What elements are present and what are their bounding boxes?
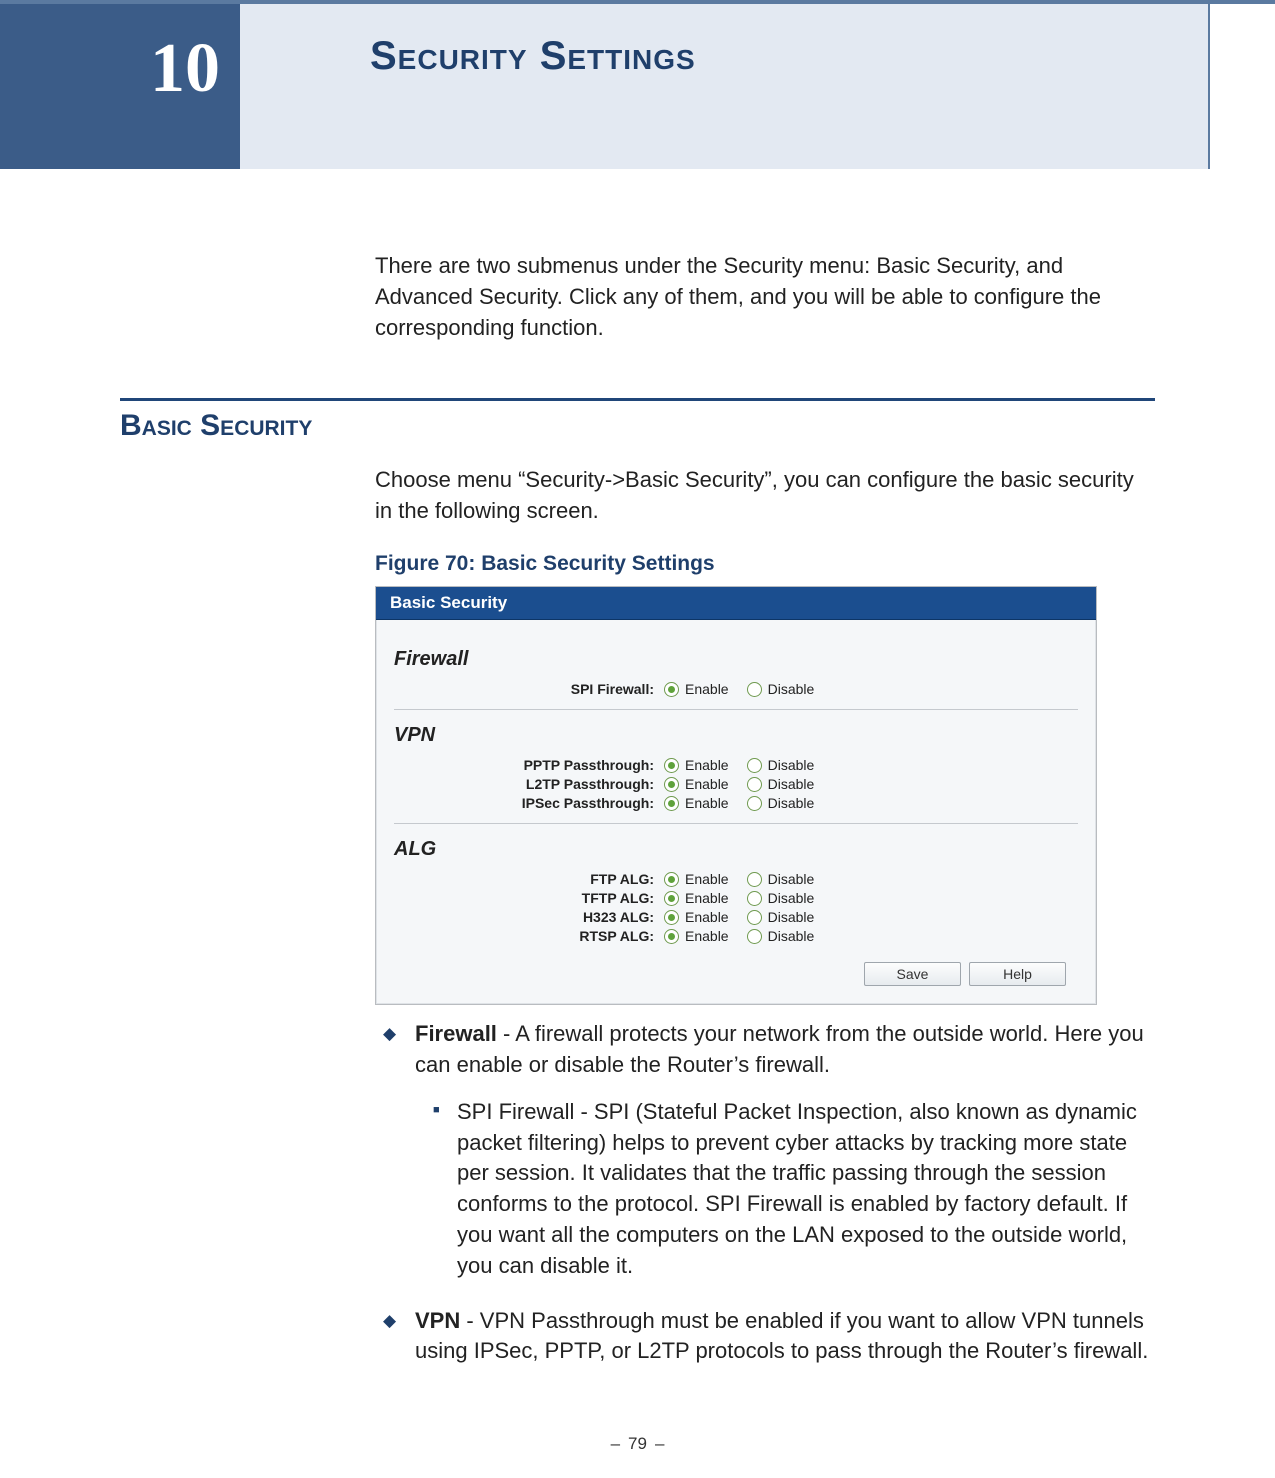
option-label: TFTP ALG: [394,890,664,906]
option-row: SPI Firewall: Enable Disable [394,681,1078,697]
radio-label: Enable [685,909,729,925]
bullet-firewall-desc: - A firewall protects your network from … [415,1021,1144,1077]
option-label: H323 ALG: [394,909,664,925]
radio-label: Enable [685,757,729,773]
radio-label: Disable [768,757,815,773]
radio-dot-icon [747,758,762,773]
section-rule [120,398,1155,401]
radio-dot-icon [747,910,762,925]
screenshot-group-vpn: VPN [394,724,1078,747]
radio-enable[interactable]: Enable [664,681,729,697]
screenshot-title-bar: Basic Security [376,587,1096,620]
section-lead: Choose menu “Security->Basic Security”, … [375,465,1155,527]
option-label: PPTP Passthrough: [394,757,664,773]
radio-disable[interactable]: Disable [747,776,815,792]
radio-dot-icon [664,758,679,773]
radio-label: Enable [685,795,729,811]
option-row: RTSP ALG: Enable Disable [394,928,1078,944]
bullet-firewall-term: Firewall [415,1021,497,1046]
radio-enable[interactable]: Enable [664,757,729,773]
group-divider [394,709,1078,710]
screenshot-group-alg: ALG [394,838,1078,861]
group-divider [394,823,1078,824]
radio-disable[interactable]: Disable [747,871,815,887]
bullet-vpn-term: VPN [415,1308,460,1333]
bullet-firewall: Firewall - A firewall protects your netw… [375,1019,1155,1281]
radio-label: Enable [685,928,729,944]
radio-dot-icon [664,777,679,792]
radio-disable[interactable]: Disable [747,890,815,906]
radio-label: Disable [768,681,815,697]
radio-label: Enable [685,681,729,697]
radio-label: Enable [685,776,729,792]
option-label: FTP ALG: [394,871,664,887]
screenshot-group-firewall: Firewall [394,648,1078,671]
radio-dot-icon [664,872,679,887]
radio-disable[interactable]: Disable [747,681,815,697]
chapter-header: 10 Security Settings [0,4,1275,169]
option-row: FTP ALG: Enable Disable [394,871,1078,887]
chapter-title: Security Settings [240,4,1210,169]
option-row: TFTP ALG: Enable Disable [394,890,1078,906]
bullet-vpn: VPN - VPN Passthrough must be enabled if… [375,1306,1155,1368]
radio-dot-icon [747,929,762,944]
radio-label: Enable [685,890,729,906]
option-row: IPSec Passthrough: Enable Disable [394,795,1078,811]
radio-label: Disable [768,871,815,887]
radio-dot-icon [664,682,679,697]
screenshot-basic-security: Basic Security Firewall SPI Firewall: Enab… [375,586,1097,1005]
page-footer: –79– [0,1434,1275,1454]
radio-enable[interactable]: Enable [664,909,729,925]
option-label: SPI Firewall: [394,681,664,697]
page-number: 79 [628,1434,647,1453]
radio-enable[interactable]: Enable [664,795,729,811]
radio-dot-icon [747,796,762,811]
radio-label: Disable [768,928,815,944]
option-label: RTSP ALG: [394,928,664,944]
radio-disable[interactable]: Disable [747,909,815,925]
screenshot-button-row: Save Help [394,947,1078,988]
radio-disable[interactable]: Disable [747,928,815,944]
radio-dot-icon [747,682,762,697]
radio-enable[interactable]: Enable [664,928,729,944]
option-label: IPSec Passthrough: [394,795,664,811]
radio-dot-icon [664,796,679,811]
figure-caption: Figure 70: Basic Security Settings [375,549,1155,578]
bullet-vpn-desc: - VPN Passthrough must be enabled if you… [415,1308,1148,1364]
save-button[interactable]: Save [864,962,961,986]
chapter-number: 10 [0,4,240,169]
radio-label: Disable [768,890,815,906]
radio-label: Disable [768,795,815,811]
option-row: PPTP Passthrough: Enable Disable [394,757,1078,773]
radio-dot-icon [747,872,762,887]
radio-label: Disable [768,776,815,792]
radio-disable[interactable]: Disable [747,795,815,811]
section-heading-basic-security: Basic Security [120,409,1155,443]
intro-text: There are two submenus under the Securit… [375,251,1155,343]
radio-enable[interactable]: Enable [664,776,729,792]
radio-dot-icon [664,929,679,944]
radio-label: Disable [768,909,815,925]
option-row: H323 ALG: Enable Disable [394,909,1078,925]
radio-dot-icon [664,910,679,925]
radio-label: Enable [685,871,729,887]
radio-enable[interactable]: Enable [664,890,729,906]
option-row: L2TP Passthrough: Enable Disable [394,776,1078,792]
radio-enable[interactable]: Enable [664,871,729,887]
help-button[interactable]: Help [969,962,1066,986]
radio-disable[interactable]: Disable [747,757,815,773]
radio-dot-icon [747,777,762,792]
option-label: L2TP Passthrough: [394,776,664,792]
radio-dot-icon [747,891,762,906]
radio-dot-icon [664,891,679,906]
subbullet-spi-firewall: SPI Firewall - SPI (Stateful Packet Insp… [415,1097,1155,1282]
